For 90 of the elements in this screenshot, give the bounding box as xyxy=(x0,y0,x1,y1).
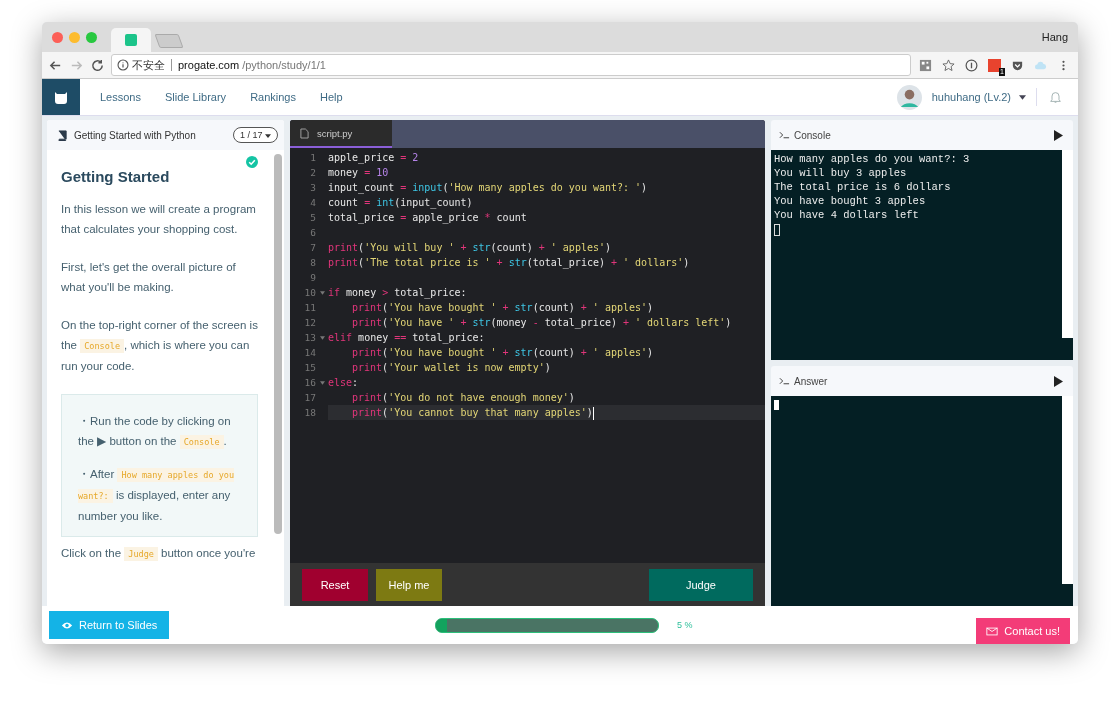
code-line: money = 10 xyxy=(328,166,389,180)
fold-caret-icon[interactable] xyxy=(319,335,325,340)
code-line: apple_price = 2 xyxy=(328,151,419,165)
code-line: print('The total price is ' + str(total_price) + ' dollars') xyxy=(328,256,690,270)
line-number: 11 xyxy=(303,301,316,315)
book-icon xyxy=(57,129,68,141)
file-tab[interactable]: script.py xyxy=(290,120,392,148)
user-menu[interactable]: huhuhang (Lv.2) xyxy=(931,91,1011,103)
address-bar[interactable]: 不安全 progate.com /python/study/1/1 xyxy=(111,54,911,76)
code-line: input_count = input('How many apples do you want?: ') xyxy=(328,181,648,195)
scrollbar[interactable] xyxy=(274,154,282,534)
reset-button[interactable]: Reset xyxy=(302,568,368,601)
course-title: Getting Started with Python xyxy=(74,129,197,141)
line-number: 5 xyxy=(309,211,316,225)
code-line: total_price = apple_price * count xyxy=(328,211,527,225)
eye-icon xyxy=(61,620,73,630)
fold-caret-icon[interactable] xyxy=(319,380,325,385)
hint-text: ・Run the code by clicking on the ▶ button on the Console . xyxy=(78,414,232,451)
code-line: print('You have bought ' + str(count) + ' apples') xyxy=(352,346,654,360)
line-number: 7 xyxy=(309,241,316,255)
output-line: You will buy 3 apples xyxy=(774,166,908,180)
line-number: 4 xyxy=(309,196,316,210)
console-title: Console xyxy=(794,129,831,141)
output-line: The total price is 6 dollars xyxy=(774,180,952,194)
terminal-icon xyxy=(779,377,790,385)
text-cursor xyxy=(774,400,779,410)
code-line: print('You have ' + str(money - total_price) + ' dollars left') xyxy=(352,316,732,330)
judge-button[interactable]: Judge xyxy=(649,568,753,601)
code-line: count = int(input_count) xyxy=(328,196,473,210)
nav-link[interactable]: Lessons xyxy=(100,91,141,103)
mail-icon xyxy=(986,626,999,636)
line-number: 14 xyxy=(303,346,316,360)
line-number: 8 xyxy=(309,256,316,270)
code-line: elif money == total_price: xyxy=(328,331,485,345)
line-number: 2 xyxy=(309,166,316,180)
avatar-icon[interactable] xyxy=(896,84,922,110)
lesson-title: Getting Started xyxy=(61,168,171,185)
info-icon xyxy=(117,59,129,71)
contact-button[interactable]: Contact us! xyxy=(976,618,1070,644)
progress-reading: 5 % xyxy=(677,620,693,630)
line-number: 17 xyxy=(303,391,316,405)
text-cursor xyxy=(774,224,780,236)
line-number: 16 xyxy=(303,376,316,390)
caret-icon[interactable] xyxy=(1019,94,1026,100)
line-number: 12 xyxy=(303,316,316,330)
nav-link[interactable]: Rankings xyxy=(250,91,296,103)
code-line: print('You cannot buy that many apples') xyxy=(352,405,594,420)
output-line: How many apples do you want?: 3 xyxy=(774,152,971,166)
line-number: 9 xyxy=(309,271,316,285)
code-line: print('You have bought ' + str(count) + ' apples') xyxy=(352,301,654,315)
reload-icon[interactable] xyxy=(90,57,105,73)
star-icon[interactable] xyxy=(942,58,955,72)
profile-name[interactable]: Hang xyxy=(1041,31,1068,43)
password-icon[interactable] xyxy=(965,58,978,72)
line-number: 15 xyxy=(303,361,316,375)
line-number: 1 xyxy=(309,151,316,165)
line-number: 10 xyxy=(303,286,316,300)
output-line: You have bought 3 apples xyxy=(774,194,927,208)
play-icon[interactable] xyxy=(1054,129,1063,141)
lesson-paragraph: In this lesson we will create a program that calculates your shopping cost. xyxy=(61,202,257,237)
lesson-paragraph: First, let's get the overall picture of what you'll be making. xyxy=(61,260,237,295)
play-icon[interactable] xyxy=(1054,375,1063,387)
output-line: You have 4 dollars left xyxy=(774,208,920,222)
code-line: if money > total_price: xyxy=(328,286,467,300)
line-number: 13 xyxy=(303,331,316,345)
terminal-icon xyxy=(779,131,790,139)
close-button[interactable] xyxy=(52,31,63,43)
line-number: 18 xyxy=(303,406,316,420)
nav-link[interactable]: Help xyxy=(320,91,343,103)
line-number: 3 xyxy=(309,181,316,195)
favicon-icon xyxy=(125,34,137,46)
page-selector[interactable]: 1 / 17 xyxy=(232,127,278,143)
lesson-paragraph: Click on the Judge button once you're xyxy=(61,546,257,563)
answer-title: Answer xyxy=(794,375,828,387)
lesson-paragraph: On the top-right corner of the screen is the Console , which is where you can run your code. xyxy=(61,318,258,374)
help-button[interactable]: Help me xyxy=(376,568,442,601)
browser-tab[interactable] xyxy=(111,28,151,52)
fold-caret-icon[interactable] xyxy=(319,290,325,295)
answer-input[interactable] xyxy=(771,396,1073,606)
code-line: print('You do not have enough money') xyxy=(352,391,575,405)
code-line: print('Your wallet is now empty') xyxy=(352,361,551,375)
logo-icon[interactable] xyxy=(42,79,80,115)
code-line: print('You will buy ' + str(count) + ' apples') xyxy=(328,241,611,255)
qr-code-icon[interactable] xyxy=(919,58,932,72)
code-line: else: xyxy=(328,376,359,390)
nav-link[interactable]: Slide Library xyxy=(165,91,227,103)
file-icon xyxy=(300,127,309,139)
hint-text: ・After How many apples do you want?: is displayed, enter any number you like. xyxy=(78,467,236,524)
line-number: 6 xyxy=(309,226,316,240)
caret-icon xyxy=(265,134,271,138)
